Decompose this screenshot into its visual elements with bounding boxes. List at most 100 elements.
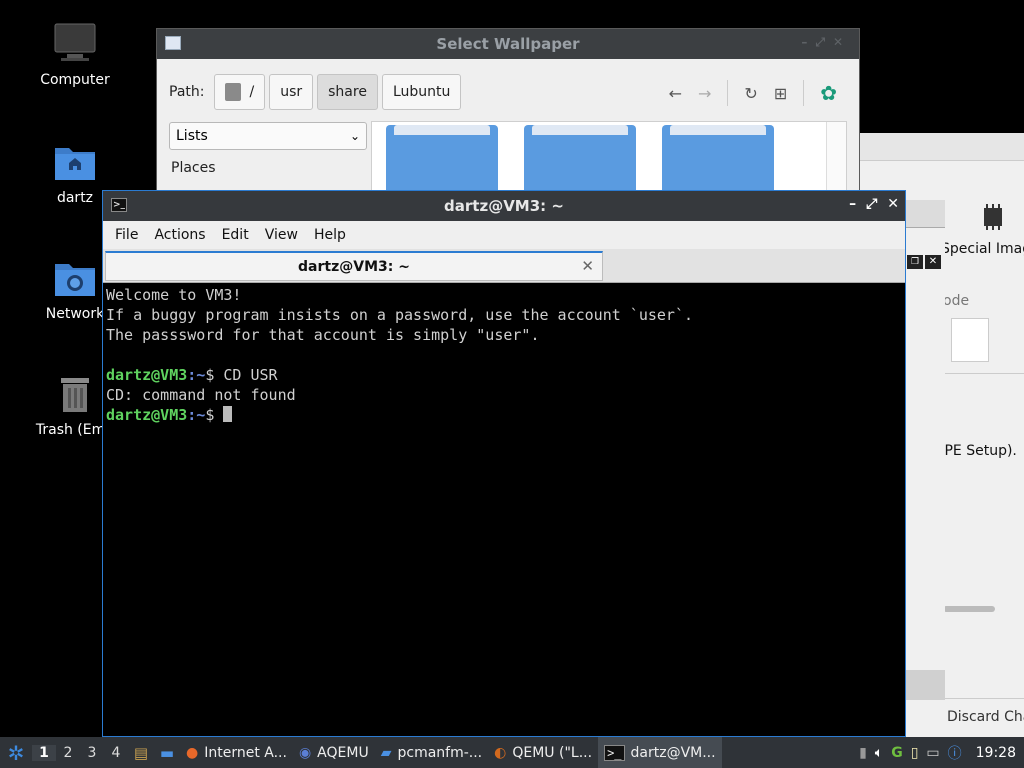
- prompt-user: dartz@VM3: [106, 366, 188, 384]
- clock[interactable]: 19:28: [970, 745, 1016, 761]
- window-icon: [165, 36, 181, 50]
- list-view-icon[interactable]: [951, 318, 989, 362]
- firefox-icon: ●: [186, 744, 199, 761]
- battery-icon[interactable]: ▮: [859, 745, 867, 761]
- prompt-path: :~: [187, 366, 206, 384]
- crumb-usr[interactable]: usr: [269, 74, 314, 110]
- desktop-switch-1[interactable]: 1: [32, 744, 56, 761]
- qemu-icon: ◐: [494, 744, 507, 761]
- path-label: Path:: [169, 84, 205, 100]
- crumb-label: usr: [280, 84, 303, 100]
- terminal-prompt-line: dartz@VM3:~$ CD USR: [106, 365, 902, 385]
- task-label: QEMU ("L...: [512, 744, 593, 761]
- prompt-user: dartz@VM3: [106, 406, 188, 424]
- separator: [803, 80, 805, 106]
- nested-dialog-controls: ❐ ✕: [907, 255, 943, 273]
- crumb-lubuntu[interactable]: Lubuntu: [381, 74, 462, 110]
- nested-dialog-titlebar: [905, 200, 945, 228]
- desktop-switch-3[interactable]: 3: [80, 745, 104, 761]
- green-tray-icon[interactable]: G: [891, 745, 903, 761]
- prompt-command: $ CD USR: [205, 366, 278, 384]
- menu-file[interactable]: File: [107, 227, 146, 243]
- drive-icon: [225, 83, 242, 101]
- terminal-window[interactable]: >_ dartz@VM3: ~ – ⤢ ✕ File Actions Edit …: [102, 190, 906, 737]
- computer-icon: [53, 22, 97, 66]
- horizontal-scrollbar[interactable]: [943, 606, 995, 612]
- menu-actions[interactable]: Actions: [146, 227, 213, 243]
- lubuntu-logo-icon: ✲: [7, 740, 25, 765]
- reload-icon[interactable]: ↻: [744, 84, 757, 103]
- nav-buttons: ← → ↻ ⊞ ✿: [669, 80, 837, 106]
- back-arrow-icon[interactable]: ←: [669, 84, 682, 103]
- file-manager-launcher-icon[interactable]: ▤: [128, 742, 154, 764]
- divider: [943, 698, 1024, 699]
- minimize-icon[interactable]: –: [849, 196, 856, 212]
- terminal-output[interactable]: Welcome to VM3! If a buggy program insist…: [103, 283, 905, 427]
- background-window-titlebar[interactable]: [859, 133, 1024, 161]
- chevron-down-icon: ⌄: [349, 129, 360, 143]
- taskbar: ✲ 1 2 3 4 ▤ ▬ ● Internet A... ◉ AQEMU ▰ pcm…: [0, 737, 1024, 768]
- terminal-icon: >_: [111, 198, 127, 212]
- prompt-path: :~: [187, 406, 206, 424]
- restore-icon[interactable]: ❐: [907, 255, 923, 269]
- menu-view[interactable]: View: [257, 227, 306, 243]
- mode-label: ode: [943, 293, 970, 309]
- apply-icon[interactable]: ✿: [820, 81, 837, 105]
- task-internet[interactable]: ● Internet A...: [180, 737, 293, 768]
- task-label: AQEMU: [317, 744, 369, 761]
- select-wallpaper-dialog[interactable]: Select Wallpaper –⤢✕ Path: / usr share L…: [156, 28, 860, 201]
- trash-icon: [53, 372, 97, 416]
- desktop-switch-2[interactable]: 2: [56, 745, 80, 761]
- terminal-line: Welcome to VM3!: [106, 286, 242, 304]
- terminal-line: If a buggy program insists on a password…: [106, 306, 693, 324]
- forward-arrow-icon[interactable]: →: [698, 84, 711, 103]
- task-pcmanfm[interactable]: ▰ pcmanfm-...: [375, 737, 488, 768]
- maximize-icon[interactable]: ⤢: [866, 196, 877, 212]
- crumb-share[interactable]: share: [317, 74, 378, 110]
- task-label: pcmanfm-...: [397, 744, 483, 761]
- desktop-switch-4[interactable]: 4: [104, 745, 128, 761]
- task-aqemu[interactable]: ◉ AQEMU: [293, 737, 375, 768]
- home-folder-icon: [53, 140, 97, 184]
- terminal-titlebar[interactable]: >_ dartz@VM3: ~ – ⤢ ✕: [103, 191, 905, 221]
- volume-icon[interactable]: 🔈︎: [875, 745, 883, 761]
- new-folder-icon[interactable]: ⊞: [774, 84, 787, 103]
- wallpaper-titlebar[interactable]: Select Wallpaper –⤢✕: [157, 29, 859, 59]
- terminal-prompt-line: dartz@VM3:~$: [106, 405, 902, 425]
- menu-help[interactable]: Help: [306, 227, 354, 243]
- clipboard-icon[interactable]: ▯: [911, 745, 919, 761]
- desktop-icon-label: Computer: [40, 72, 110, 88]
- menu-edit[interactable]: Edit: [214, 227, 257, 243]
- pe-setup-label: (PE Setup).: [939, 443, 1017, 459]
- tab-close-icon[interactable]: ✕: [581, 257, 594, 275]
- update-icon[interactable]: ⓘ: [948, 743, 962, 763]
- special-image-label[interactable]: Special Imag: [941, 241, 1024, 257]
- system-tray: ▮ 🔈︎ G ▯ ▭ ⓘ 19:28: [859, 743, 1024, 763]
- close-icon[interactable]: ✕: [925, 255, 941, 269]
- terminal-line: CD: command not found: [106, 386, 296, 404]
- view-mode-select[interactable]: Lists ⌄: [169, 122, 367, 150]
- task-terminal[interactable]: >_ dartz@VM...: [598, 737, 722, 768]
- show-desktop-icon[interactable]: ▬: [154, 742, 180, 764]
- file-view[interactable]: [371, 121, 847, 201]
- chip-icon: [979, 203, 1007, 235]
- tab-label: dartz@VM3: ~: [298, 258, 410, 275]
- task-qemu[interactable]: ◐ QEMU ("L...: [488, 737, 598, 768]
- desktop: Computer dartz Network Trash (Emp Specia…: [0, 0, 1024, 737]
- separator: [727, 80, 729, 106]
- window-controls[interactable]: –⤢✕: [801, 35, 851, 50]
- desktop-icon-computer[interactable]: Computer: [25, 22, 125, 88]
- discard-changes-button[interactable]: Discard Cha: [947, 709, 1024, 725]
- crumb-root[interactable]: /: [214, 74, 266, 110]
- terminal-title: dartz@VM3: ~: [444, 197, 564, 215]
- terminal-tab[interactable]: dartz@VM3: ~ ✕: [105, 251, 603, 281]
- wallpaper-title: Select Wallpaper: [436, 35, 580, 53]
- nested-dialog-footer: [905, 670, 945, 700]
- terminal-icon: >_: [604, 744, 625, 761]
- divider: [943, 373, 1024, 374]
- start-menu-button[interactable]: ✲: [0, 737, 32, 768]
- terminal-tabbar: dartz@VM3: ~ ✕: [103, 249, 905, 283]
- close-icon[interactable]: ✕: [887, 196, 899, 212]
- display-icon[interactable]: ▭: [926, 745, 939, 761]
